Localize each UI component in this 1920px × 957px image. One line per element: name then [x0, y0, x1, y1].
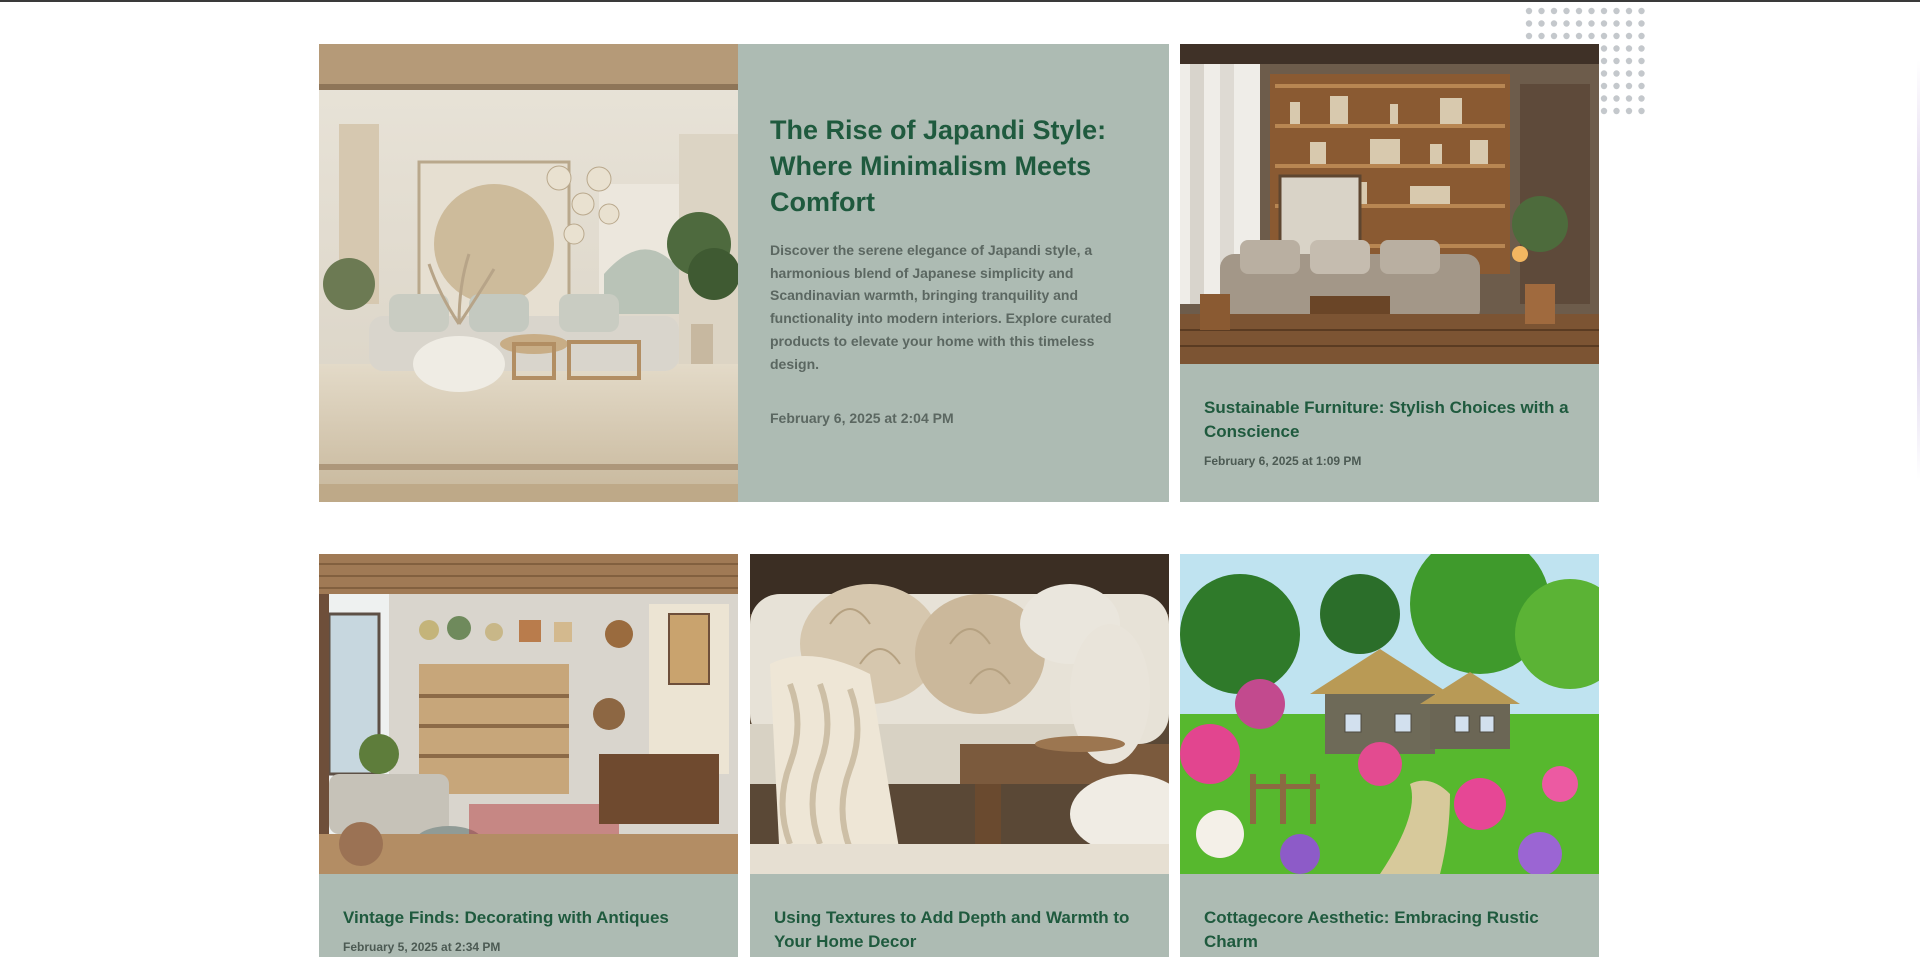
dot: [1600, 20, 1608, 27]
post-card[interactable]: Using Textures to Add Depth and Warmth t…: [750, 554, 1169, 957]
post-card-date: February 5, 2025 at 2:34 PM: [343, 940, 501, 954]
post-card-image[interactable]: [1180, 44, 1599, 364]
dot: [1613, 32, 1620, 40]
japandi-living-room-image: [319, 44, 738, 502]
dot: [1613, 57, 1620, 65]
post-card[interactable]: Sustainable Furniture: Stylish Choices w…: [1180, 44, 1599, 502]
dot: [1550, 32, 1558, 40]
dot: [1638, 32, 1645, 40]
dot: [1600, 45, 1608, 52]
dot: [1600, 57, 1608, 65]
featured-post-date: February 6, 2025 at 2:04 PM: [770, 410, 954, 426]
dot: [1625, 7, 1633, 15]
thatched-cottage-garden-image: [1180, 554, 1599, 874]
dot: [1563, 7, 1570, 15]
dot: [1600, 107, 1608, 115]
dot: [1588, 20, 1595, 27]
post-card-image[interactable]: [750, 554, 1169, 874]
dot: [1638, 107, 1645, 115]
dot: [1588, 32, 1595, 40]
dot: [1613, 45, 1620, 52]
dot: [1613, 82, 1620, 90]
post-card[interactable]: Cottagecore Aesthetic: Embracing Rustic …: [1180, 554, 1599, 957]
post-card-date: February 6, 2025 at 1:09 PM: [1204, 454, 1362, 468]
post-card[interactable]: Vintage Finds: Decorating with Antiques …: [319, 554, 738, 957]
dot: [1613, 95, 1620, 102]
dot: [1613, 70, 1620, 77]
featured-post-excerpt: Discover the serene elegance of Japandi …: [770, 242, 1112, 372]
dot: [1563, 32, 1570, 40]
dot: [1600, 32, 1608, 40]
top-border: [0, 0, 1920, 2]
post-card-title[interactable]: Sustainable Furniture: Stylish Choices w…: [1204, 396, 1574, 444]
dot: [1638, 82, 1645, 90]
dot: [1625, 82, 1633, 90]
dot: [1588, 7, 1595, 15]
dot: [1638, 45, 1645, 52]
dot: [1638, 20, 1645, 27]
dot: [1538, 7, 1545, 15]
dot: [1538, 32, 1545, 40]
dot: [1625, 95, 1633, 102]
dot: [1613, 20, 1620, 27]
post-card-image[interactable]: [1180, 554, 1599, 874]
dot: [1638, 70, 1645, 77]
post-card-title[interactable]: Using Textures to Add Depth and Warmth t…: [774, 906, 1144, 954]
dot: [1638, 7, 1645, 15]
dot: [1575, 20, 1583, 27]
dot: [1600, 82, 1608, 90]
dot: [1525, 20, 1533, 27]
dot: [1638, 57, 1645, 65]
featured-post-title[interactable]: The Rise of Japandi Style: Where Minimal…: [770, 112, 1110, 220]
fur-pillows-knit-throw-image: [750, 554, 1169, 874]
dot: [1613, 7, 1620, 15]
dot: [1525, 32, 1533, 40]
post-card-image[interactable]: [319, 554, 738, 874]
dot: [1550, 7, 1558, 15]
dot: [1625, 32, 1633, 40]
featured-post-image[interactable]: [319, 44, 738, 502]
dot: [1563, 20, 1570, 27]
dot: [1600, 70, 1608, 77]
dot: [1575, 32, 1583, 40]
dot: [1625, 45, 1633, 52]
post-card-title[interactable]: Cottagecore Aesthetic: Embracing Rustic …: [1204, 906, 1574, 954]
post-card-title[interactable]: Vintage Finds: Decorating with Antiques: [343, 906, 713, 930]
dot: [1625, 57, 1633, 65]
dot: [1600, 95, 1608, 102]
dot: [1550, 20, 1558, 27]
dot: [1625, 20, 1633, 27]
dot: [1600, 7, 1608, 15]
dot: [1625, 107, 1633, 115]
dot: [1613, 107, 1620, 115]
dot: [1638, 95, 1645, 102]
wooden-shelf-living-room-image: [1180, 44, 1599, 364]
antique-shelves-room-image: [319, 554, 738, 874]
dot: [1575, 7, 1583, 15]
dot: [1525, 7, 1533, 15]
dot: [1538, 20, 1545, 27]
dot: [1625, 70, 1633, 77]
